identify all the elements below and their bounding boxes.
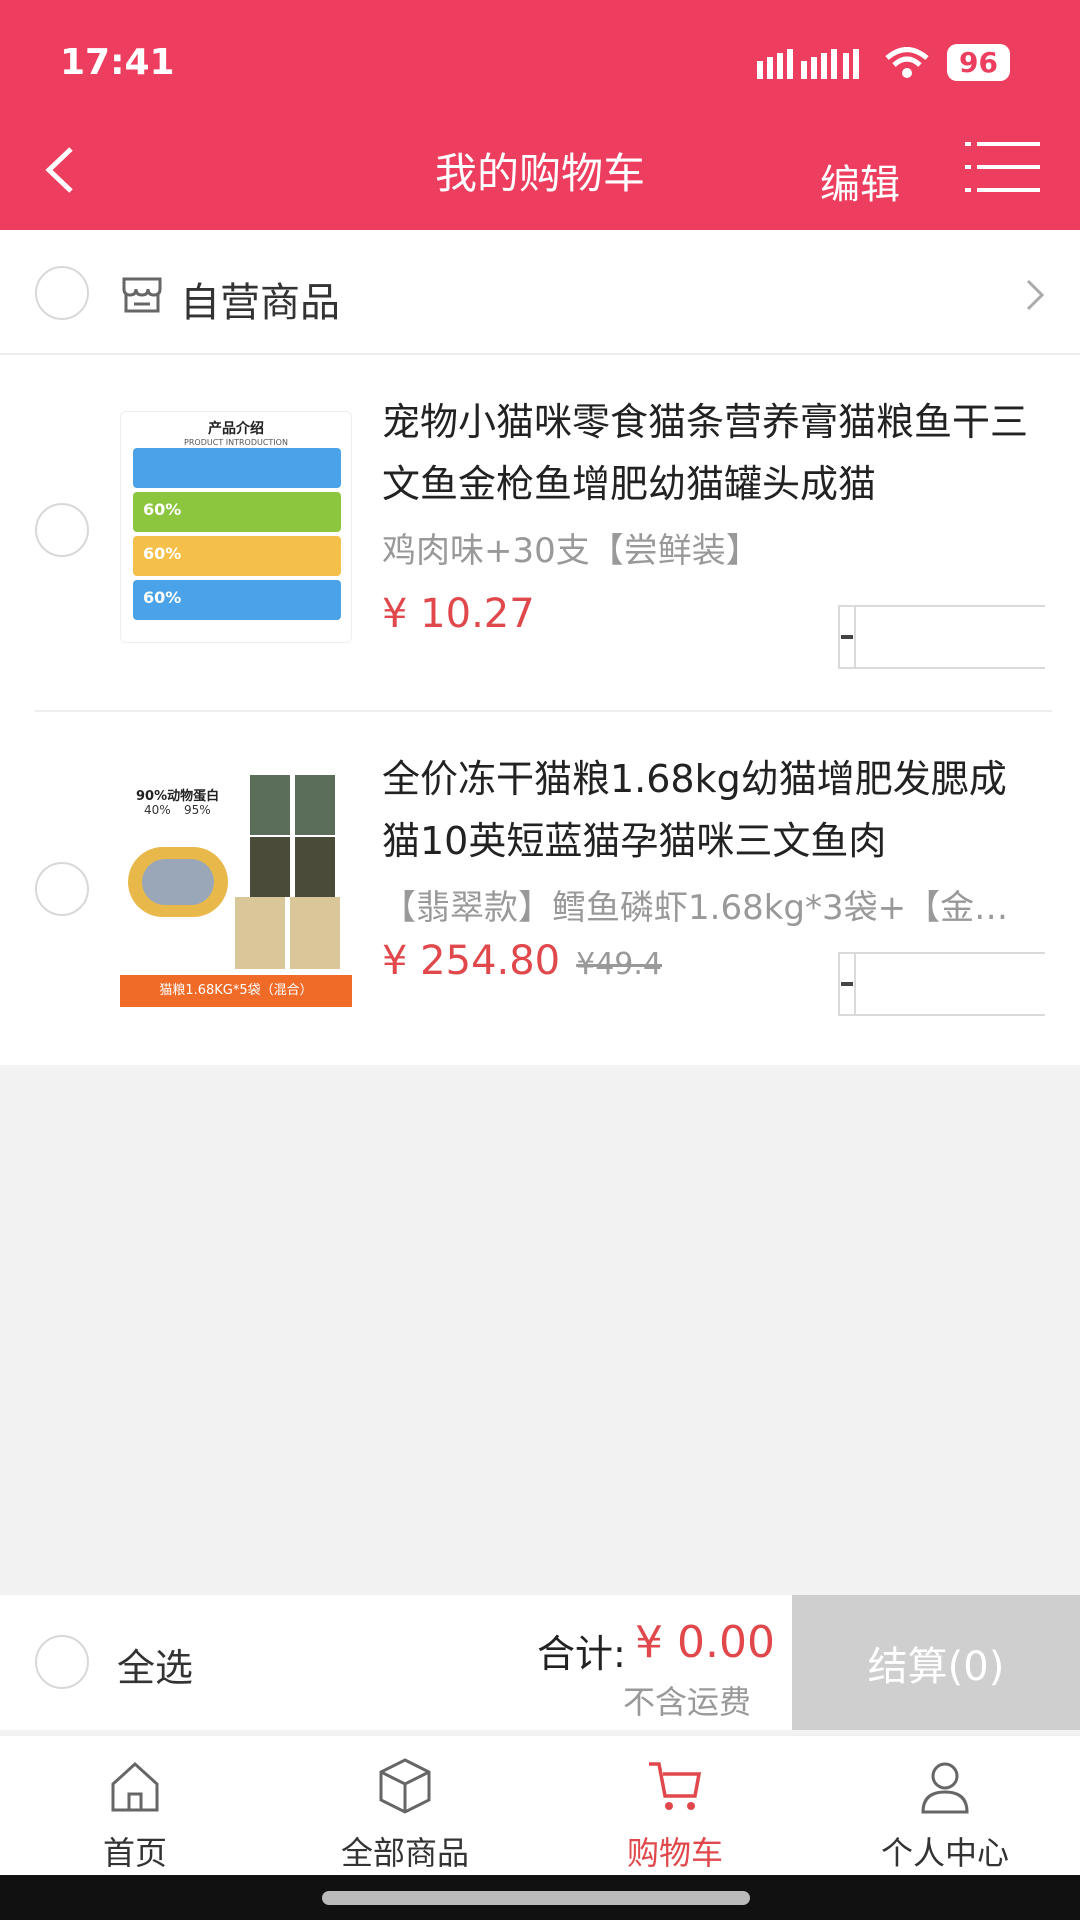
tab-bar: 首页 全部商品 购物车 个人中心 [0, 1735, 1080, 1875]
image-bag [235, 897, 285, 969]
total-value: ¥ 0.00 [635, 1617, 775, 1668]
home-icon [111, 1761, 159, 1812]
store-icon [122, 277, 162, 313]
image-band [133, 448, 341, 488]
total-label: 合计: [537, 1632, 626, 1676]
status-indicators: 96 [757, 44, 1010, 81]
menu-icon [965, 142, 1040, 192]
menu-button[interactable] [965, 140, 1040, 195]
shipping-note: 不含运费 [623, 1683, 752, 1721]
signal-icon [757, 48, 860, 79]
select-all-radio[interactable] [35, 1635, 89, 1689]
image-bag [290, 897, 340, 969]
tab-profile[interactable]: 个人中心 [810, 1736, 1080, 1876]
image-band-green: 60% [133, 492, 341, 532]
person-icon [921, 1762, 969, 1814]
tab-label: 全部商品 [340, 1834, 469, 1872]
cart-icon [649, 1762, 702, 1810]
shop-name: 自营商品 [180, 280, 340, 326]
item-price: ¥ 10.27 [382, 591, 535, 637]
home-indicator[interactable] [322, 1891, 750, 1905]
tab-label: 首页 [102, 1834, 167, 1872]
item-spec[interactable]: 鸡肉味+30支【尝鲜装】 [382, 523, 1042, 572]
price-value: ¥ 254.80 [382, 938, 561, 984]
box-icon [379, 1758, 431, 1814]
image-bag [295, 837, 335, 897]
image-bag [250, 775, 290, 835]
image-bag [250, 837, 290, 897]
image-subheading: PRODUCT INTRODUCTION [184, 438, 288, 447]
app-header: 17:41 96 我的购物车 编辑 [0, 0, 1080, 230]
image-heading: 产品介绍 [208, 421, 264, 437]
image-food [142, 859, 214, 905]
shop-row[interactable]: 自营商品 [0, 230, 1080, 355]
cart-item[interactable]: 90%动物蛋白 40% 95% 猫粮1.68KG*5袋（混合） 全价冻干猫粮1.… [0, 712, 1080, 1065]
select-all-label[interactable]: 全选 [117, 1637, 193, 1692]
tab-home[interactable]: 首页 [0, 1736, 270, 1876]
checkout-bar: 全选 合计: ¥ 0.00 不含运费 结算(0) [0, 1595, 1080, 1730]
quantity-minus-button[interactable] [840, 607, 856, 667]
item-title[interactable]: 全价冻干猫粮1.68kg幼猫增肥发腮成猫10英短蓝猫孕猫咪三文鱼肉 [382, 748, 1032, 872]
item-select-radio[interactable] [35, 503, 89, 557]
system-nav-bar [0, 1875, 1080, 1920]
image-text-top: 90%动物蛋白 [136, 789, 220, 804]
image-band-yellow: 60% [133, 536, 341, 576]
image-text-p1: 40% [144, 803, 171, 817]
page-title: 我的购物车 [434, 149, 645, 198]
status-time: 17:41 [60, 42, 175, 83]
checkout-button[interactable]: 结算(0) [792, 1595, 1080, 1730]
image-banner: 猫粮1.68KG*5袋（混合） [120, 975, 352, 1007]
quantity-stepper[interactable] [838, 605, 1045, 669]
quantity-minus-button[interactable] [840, 954, 856, 1014]
item-select-radio[interactable] [35, 862, 89, 916]
item-price: ¥ 254.80 ¥49.4 [382, 938, 662, 984]
product-image[interactable]: 产品介绍 PRODUCT INTRODUCTION 60% 60% 60% [120, 411, 352, 643]
battery-indicator: 96 [947, 44, 1010, 81]
tab-cart[interactable]: 购物车 [540, 1736, 810, 1876]
wifi-icon [885, 46, 929, 78]
image-bag [295, 775, 335, 835]
original-price: ¥49.4 [576, 947, 663, 982]
tab-label: 购物车 [626, 1834, 723, 1872]
cart-card: 自营商品 产品介绍 PRODUCT INTRODUCTION 60% 60% 6… [0, 230, 1080, 1065]
item-spec[interactable]: 【翡翠款】鳕鱼磷虾1.68kg*3袋+【金… [382, 880, 1042, 929]
image-text-p2: 95% [184, 803, 211, 817]
cart-item[interactable]: 产品介绍 PRODUCT INTRODUCTION 60% 60% 60% 宠物… [0, 355, 1080, 710]
image-band-blue: 60% [133, 580, 341, 620]
tab-all-products[interactable]: 全部商品 [270, 1736, 540, 1876]
shop-select-radio[interactable] [35, 266, 89, 320]
product-image[interactable]: 90%动物蛋白 40% 95% 猫粮1.68KG*5袋（混合） [120, 767, 352, 1017]
tab-label: 个人中心 [880, 1834, 1009, 1872]
item-title[interactable]: 宠物小猫咪零食猫条营养膏猫粮鱼干三文鱼金枪鱼增肥幼猫罐头成猫 [382, 391, 1032, 515]
edit-button[interactable]: 编辑 [820, 152, 900, 210]
quantity-stepper[interactable] [838, 952, 1045, 1016]
chevron-right-icon[interactable] [1020, 275, 1050, 315]
price-value: ¥ 10.27 [382, 591, 535, 637]
